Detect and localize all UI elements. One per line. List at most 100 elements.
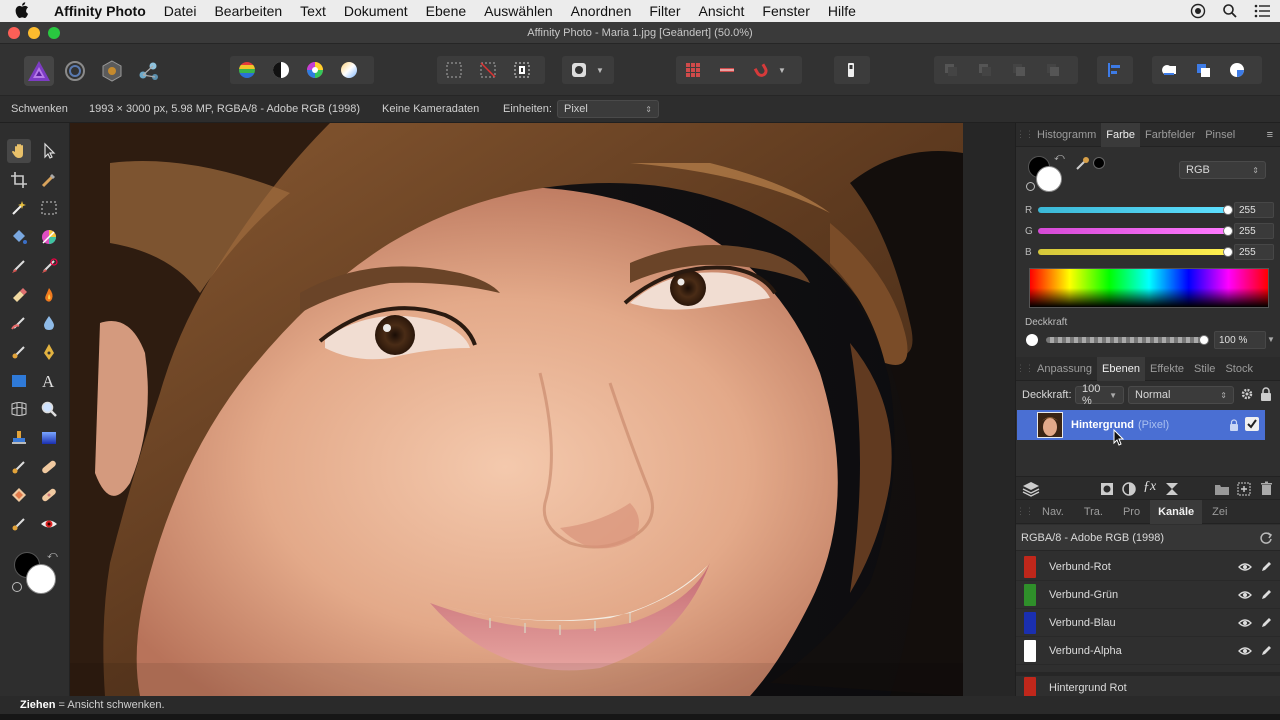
reset-channels-icon[interactable] — [1259, 531, 1273, 548]
blue-slider-track[interactable] — [1038, 247, 1233, 257]
no-color-icon[interactable] — [1026, 182, 1035, 191]
units-select[interactable]: Pixel ⇕ — [557, 100, 659, 118]
white-balance-icon[interactable] — [332, 56, 366, 84]
tab-kanaele[interactable]: Kanäle — [1150, 499, 1203, 524]
snapping-dropdown-icon[interactable]: ▼ — [778, 66, 794, 75]
tab-anpassung[interactable]: Anpassung — [1032, 357, 1097, 381]
snap-guides-icon[interactable] — [710, 56, 744, 84]
selection-brush-icon[interactable] — [37, 168, 61, 192]
text-tool-icon[interactable]: A — [37, 369, 61, 393]
move-to-front-icon[interactable] — [1036, 56, 1070, 84]
color-opacity-field[interactable]: 100 % — [1214, 331, 1266, 349]
layer-opacity-select[interactable]: 100 % ▼ — [1075, 383, 1124, 407]
invert-selection-icon[interactable] — [505, 56, 539, 84]
zoom-tool-icon[interactable] — [37, 397, 61, 421]
menu-fenster[interactable]: Fenster — [753, 3, 818, 19]
tab-zeichen[interactable]: Zei — [1202, 500, 1237, 524]
menu-datei[interactable]: Datei — [155, 3, 206, 19]
healing-brush-icon[interactable] — [7, 455, 31, 479]
rectangle-tool-icon[interactable] — [7, 369, 31, 393]
channel-row[interactable]: Hintergrund Rot — [1016, 672, 1280, 696]
no-color-icon[interactable] — [12, 582, 22, 592]
green-slider-knob[interactable] — [1223, 226, 1233, 236]
color-replacement-brush-icon[interactable] — [37, 254, 61, 278]
zoom-window-button[interactable] — [48, 27, 60, 39]
color-gradient-swatch-icon[interactable] — [37, 426, 61, 450]
red-slider-track[interactable] — [1038, 205, 1233, 215]
move-forward-icon[interactable] — [1002, 56, 1036, 84]
tab-protokoll[interactable]: Pro — [1113, 500, 1150, 524]
pen-tool-icon[interactable] — [7, 340, 31, 364]
notification-list-icon[interactable] — [1254, 3, 1270, 19]
paint-brush-icon[interactable] — [7, 254, 31, 278]
tab-effekte[interactable]: Effekte — [1145, 357, 1189, 381]
menu-hilfe[interactable]: Hilfe — [819, 3, 865, 19]
blue-slider-knob[interactable] — [1223, 247, 1233, 257]
green-slider-track[interactable] — [1038, 226, 1233, 236]
minimize-window-button[interactable] — [28, 27, 40, 39]
channel-row[interactable]: Verbund-Grün — [1016, 581, 1280, 609]
menu-auswaehlen[interactable]: Auswählen — [475, 3, 562, 19]
assistant-options-icon[interactable] — [562, 56, 596, 84]
tab-ebenen[interactable]: Ebenen — [1097, 356, 1145, 381]
tab-transform[interactable]: Tra. — [1074, 500, 1113, 524]
color-picker-icon[interactable] — [1074, 156, 1090, 175]
levels-icon[interactable] — [230, 56, 264, 84]
snapping-magnet-icon[interactable] — [744, 56, 778, 84]
view-hand-tool-icon[interactable] — [7, 139, 31, 163]
tab-histogramm[interactable]: Histogramm — [1032, 123, 1101, 147]
export-persona-icon[interactable] — [134, 56, 164, 86]
quick-mask-icon[interactable] — [834, 56, 868, 84]
assistant-dropdown-icon[interactable]: ▼ — [596, 66, 612, 75]
move-back-icon[interactable] — [968, 56, 1002, 84]
add-pixel-layer-icon[interactable] — [1237, 482, 1251, 499]
deselect-icon[interactable] — [471, 56, 505, 84]
close-window-button[interactable] — [8, 27, 20, 39]
channel-edit-pencil-icon[interactable] — [1259, 588, 1273, 602]
mask-layer-icon[interactable] — [1100, 482, 1114, 499]
record-icon[interactable] — [1190, 3, 1206, 19]
layer-visibility-checkbox[interactable] — [1245, 417, 1259, 431]
tab-farbe[interactable]: Farbe — [1101, 123, 1141, 147]
secondary-color-chip[interactable] — [26, 564, 56, 594]
opacity-dropdown-icon[interactable]: ▼ — [1267, 335, 1275, 344]
boolean-add-icon[interactable] — [1152, 56, 1186, 84]
fx-effects-icon[interactable]: ƒx — [1143, 479, 1156, 495]
menu-filter[interactable]: Filter — [640, 3, 689, 19]
photo-persona-icon[interactable] — [24, 56, 54, 86]
mesh-warp-icon[interactable] — [7, 397, 31, 421]
channel-visibility-eye-icon[interactable] — [1238, 616, 1252, 630]
move-to-back-icon[interactable] — [934, 56, 968, 84]
swap-colors-icon[interactable]: ⤺ — [47, 550, 58, 561]
red-eye-tool-icon[interactable] — [37, 512, 61, 536]
hsl-color-wheel-icon[interactable] — [298, 56, 332, 84]
tool-color-chips[interactable]: ⤺ — [12, 550, 58, 596]
opacity-slider-track[interactable] — [1046, 335, 1209, 345]
align-icon[interactable] — [1097, 56, 1131, 84]
select-all-icon[interactable] — [437, 56, 471, 84]
blemish-removal-icon[interactable] — [37, 483, 61, 507]
channel-row[interactable]: Verbund-Alpha — [1016, 637, 1280, 665]
blur-brush-icon[interactable] — [37, 311, 61, 335]
smudge-brush-icon[interactable] — [7, 311, 31, 335]
tab-farbfelder[interactable]: Farbfelder — [1140, 123, 1200, 147]
black-white-icon[interactable] — [264, 56, 298, 84]
spotlight-search-icon[interactable] — [1222, 3, 1238, 19]
lock-icon[interactable] — [1260, 387, 1272, 404]
menu-app-name[interactable]: Affinity Photo — [44, 3, 155, 19]
delete-layer-trash-icon[interactable] — [1260, 481, 1273, 499]
green-value-field[interactable]: 255 — [1234, 223, 1274, 239]
menu-ansicht[interactable]: Ansicht — [690, 3, 754, 19]
tab-navigator[interactable]: Nav. — [1032, 500, 1074, 524]
liquify-persona-icon[interactable] — [60, 56, 90, 86]
fill-tool-icon[interactable] — [7, 225, 31, 249]
menu-dokument[interactable]: Dokument — [335, 3, 417, 19]
crop-tool-icon[interactable] — [7, 168, 31, 192]
marquee-tool-icon[interactable] — [37, 196, 61, 220]
opacity-slider-knob[interactable] — [1199, 335, 1209, 345]
vector-pen-icon[interactable] — [37, 340, 61, 364]
layer-row-hintergrund[interactable]: Hintergrund (Pixel) — [1017, 410, 1265, 440]
picked-color-swatch[interactable] — [1093, 157, 1105, 169]
color-mode-select[interactable]: RGB ⇕ — [1179, 161, 1266, 179]
gradient-tool-icon[interactable] — [37, 225, 61, 249]
